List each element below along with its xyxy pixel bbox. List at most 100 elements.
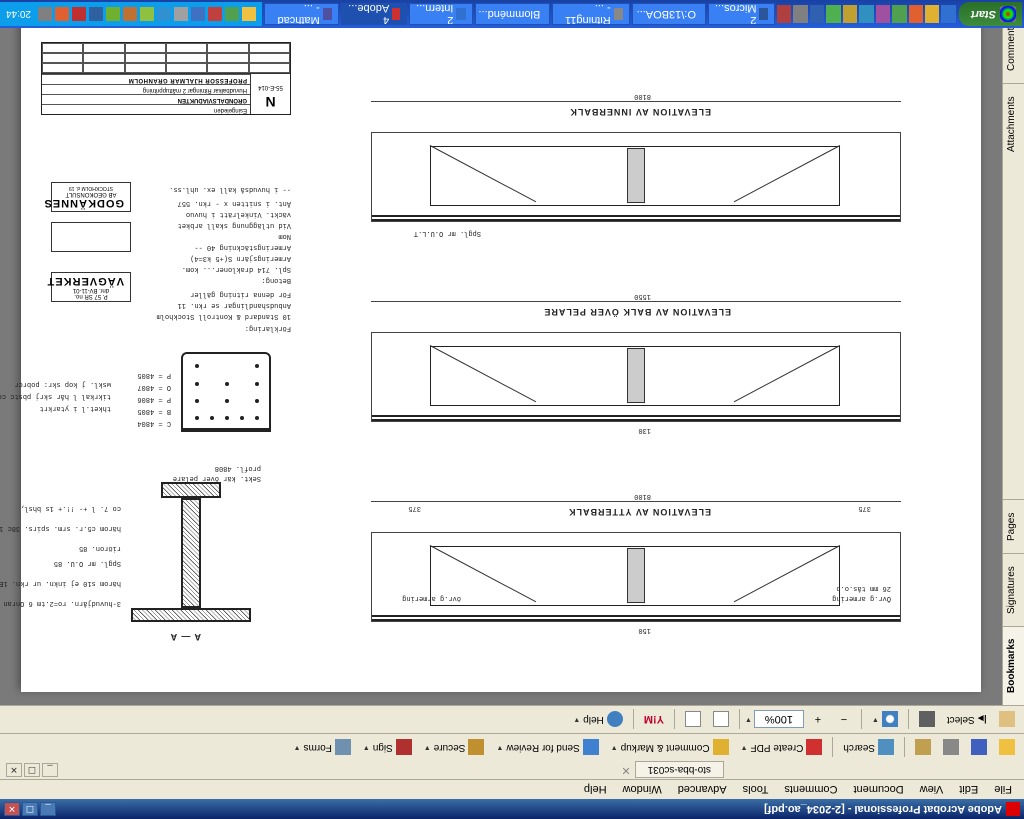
comment-markup-button[interactable]: Comment & Markup▼	[606, 737, 734, 759]
menu-tools[interactable]: Tools	[735, 782, 777, 798]
tab-attachments[interactable]: Attachments	[1003, 83, 1024, 164]
doc-close-icon[interactable]: ✕	[617, 763, 631, 777]
menu-document[interactable]: Document	[846, 782, 912, 798]
quicklaunch-desktop[interactable]	[909, 5, 923, 23]
tray-icon-13[interactable]	[38, 7, 52, 21]
tab-pages[interactable]: Pages	[1003, 499, 1024, 552]
app-icon	[1006, 802, 1020, 816]
menu-help[interactable]: Help	[576, 782, 615, 798]
tray-icon-1[interactable]	[242, 7, 256, 21]
menu-edit[interactable]: Edit	[951, 782, 986, 798]
minimize-button[interactable]: _	[40, 802, 56, 816]
hand-tool[interactable]	[994, 709, 1020, 731]
sign-button[interactable]: Sign▼	[358, 737, 417, 759]
quicklaunch-4[interactable]	[892, 5, 906, 23]
quicklaunch-7[interactable]	[843, 5, 857, 23]
taskbar-item-13boa[interactable]: O:\13BOA...	[632, 3, 706, 25]
side-panel-tabs: Bookmarks Signatures Pages Attachments C…	[1002, 10, 1024, 705]
tray-icon-2[interactable]	[225, 7, 239, 21]
elev1-title: ELEVATION AV YTTERBALK	[568, 508, 711, 518]
email-button[interactable]	[910, 737, 936, 759]
elevation-1	[371, 533, 901, 623]
snapshot-tool[interactable]	[914, 709, 940, 731]
elevation-2	[371, 333, 901, 423]
quicklaunch-11[interactable]	[777, 5, 791, 23]
quicklaunch-10[interactable]	[793, 5, 807, 23]
taskbar-item-blommend[interactable]: Blomménd...	[475, 3, 551, 25]
menu-advanced[interactable]: Advanced	[670, 782, 735, 798]
fit-width-button[interactable]	[680, 709, 706, 731]
taskbar-item-adobe[interactable]: 4 Adobe...	[341, 3, 407, 25]
tray-icon-10[interactable]	[89, 7, 103, 21]
window-titlebar: Adobe Acrobat Professional - [2-2034_ao.…	[0, 799, 1024, 819]
open-button[interactable]	[994, 737, 1020, 759]
menu-bar: File Edit View Document Comments Tools A…	[0, 779, 1024, 799]
fit-page-button[interactable]	[708, 709, 734, 731]
pdf-page: ELEVATION AV YTTERBALK 8100 375 375 150 …	[21, 23, 981, 693]
zoom-out-button[interactable]: −	[832, 709, 856, 731]
elevation-3	[371, 133, 901, 223]
quicklaunch-6[interactable]	[859, 5, 873, 23]
taskbar-item-ritning[interactable]: Ritning11 - ...	[552, 3, 630, 25]
zoom-dropdown[interactable]: ▼	[745, 716, 752, 723]
stamp-vagverket: P. 57 SR no. dnr. BV-11-01 VÄGVERKET	[51, 273, 131, 303]
search-button[interactable]: Search	[838, 737, 899, 759]
zoom-in-icon[interactable]: ▼	[867, 709, 903, 731]
quicklaunch-outlook[interactable]	[925, 5, 939, 23]
section-aa	[131, 483, 251, 623]
tab-bookmarks[interactable]: Bookmarks	[1003, 626, 1024, 705]
taskbar-item-mathcad[interactable]: Mathcad - ...	[264, 3, 339, 25]
tray-icon-6[interactable]	[157, 7, 171, 21]
print-button[interactable]	[938, 737, 964, 759]
menu-comments[interactable]: Comments	[776, 782, 845, 798]
menu-view[interactable]: View	[912, 782, 952, 798]
rebar-detail	[181, 353, 271, 433]
notes-block: Förklaring: 10 Standard & Kontroll Stock…	[121, 183, 291, 333]
tray-icon-nvidia[interactable]	[106, 7, 120, 21]
create-pdf-button[interactable]: Create PDF▼	[736, 737, 828, 759]
section-title: A — A	[170, 633, 201, 643]
secure-button[interactable]: Secure▼	[419, 737, 490, 759]
close-button[interactable]: ✕	[4, 802, 20, 816]
document-tab[interactable]: sto-bba-sc031	[635, 762, 724, 779]
maximize-button[interactable]: ☐	[22, 802, 38, 816]
tray-icon-volume[interactable]	[174, 7, 188, 21]
quicklaunch-word[interactable]	[810, 5, 824, 23]
start-button[interactable]: Start	[959, 2, 1022, 26]
tray-icon-norton[interactable]	[55, 7, 69, 21]
elev2-title: ELEVATION AV BALK ÖVER PELARE	[543, 308, 731, 318]
quicklaunch-ie[interactable]	[941, 5, 955, 23]
quicklaunch-5[interactable]	[876, 5, 890, 23]
menu-window[interactable]: Window	[615, 782, 670, 798]
tray-icon-11[interactable]	[72, 7, 86, 21]
mdi-close[interactable]: ✕	[6, 763, 22, 777]
quicklaunch-excel[interactable]	[826, 5, 840, 23]
mdi-restore[interactable]: ☐	[24, 763, 40, 777]
zoom-input[interactable]	[754, 711, 804, 729]
forms-button[interactable]: Forms▼	[289, 737, 356, 759]
toolbar-main: Search Create PDF▼ Comment & Markup▼ Sen…	[0, 733, 1024, 761]
mdi-minimize[interactable]: _	[42, 763, 58, 777]
stamp-note	[51, 223, 131, 253]
tab-signatures[interactable]: Signatures	[1003, 553, 1024, 626]
ym-button[interactable]: Y!M	[639, 709, 669, 731]
system-tray: 20:44	[0, 2, 263, 26]
tray-icon-4[interactable]	[191, 7, 205, 21]
help-button[interactable]: Help▼	[568, 709, 628, 731]
windows-taskbar: Start 2 Micros... O:\13BOA... Ritning11 …	[0, 0, 1024, 28]
taskbar-item-intern[interactable]: 2 Intern...	[409, 3, 472, 25]
taskbar-item-micros[interactable]: 2 Micros...	[708, 3, 775, 25]
window-title: Adobe Acrobat Professional - [2-2034_ao.…	[56, 803, 1002, 815]
tray-icon-8[interactable]	[123, 7, 137, 21]
send-review-button[interactable]: Send for Review▼	[491, 737, 603, 759]
drawing-titleblock: N 55-E-014 Esingeleden GRÖNDALSVIADUKTEN…	[41, 43, 291, 116]
document-tabs: sto-bba-sc031 ✕ _ ☐ ✕	[0, 761, 1024, 779]
document-viewport[interactable]: ELEVATION AV YTTERBALK 8100 375 375 150 …	[0, 10, 1002, 705]
save-button[interactable]	[966, 737, 992, 759]
zoom-in-button[interactable]: +	[806, 709, 830, 731]
tray-icon-7[interactable]	[140, 7, 154, 21]
menu-file[interactable]: File	[986, 782, 1020, 798]
tray-icon-3[interactable]	[208, 7, 222, 21]
clock[interactable]: 20:44	[6, 9, 31, 20]
select-tool[interactable]: I▸Select	[942, 709, 992, 731]
